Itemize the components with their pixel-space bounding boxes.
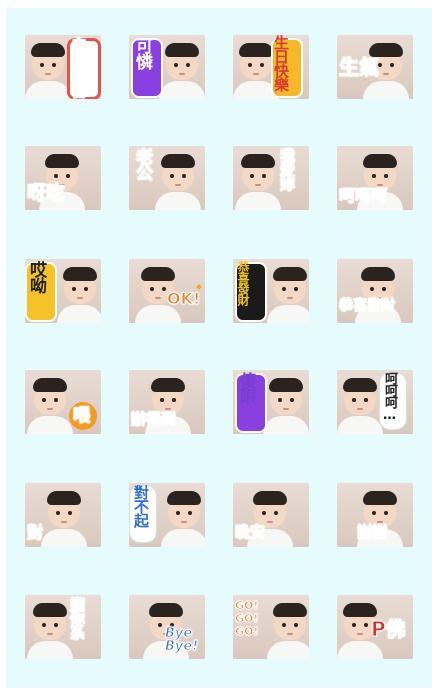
baby-photo xyxy=(25,41,71,99)
sticker-caption: 攏你系 xyxy=(68,597,87,640)
sticker-tile-19[interactable]: 晚安 xyxy=(233,483,309,547)
sticker-caption: 老公 xyxy=(132,148,153,181)
baby-photo xyxy=(263,376,309,434)
sticker-tile-9[interactable]: 哎呦 xyxy=(25,259,101,323)
sticker-tile-20[interactable]: 謝謝 xyxy=(337,483,413,547)
baby-photo xyxy=(235,152,281,210)
sticker-tile-23[interactable]: GO! GO! GO! xyxy=(233,595,309,659)
sticker-tile-8[interactable]: 呵呵呵 xyxy=(337,146,413,210)
sticker-caption: 可憐 xyxy=(132,37,152,69)
baby-photo xyxy=(57,265,101,323)
sticker-tile-6[interactable]: 老公 xyxy=(129,146,205,210)
baby-photo xyxy=(41,489,87,547)
baby-photo xyxy=(233,41,279,99)
sticker-tile-10[interactable]: OK! xyxy=(129,259,205,323)
sticker-panel: 自己厲害 可憐 生日快樂 生氣 呀吃 老公 我愛妳 呵呵呵 哎呦 OK! 恭喜發財 恭喜發財喂辦得到傻… xyxy=(6,8,432,688)
sticker-caption: GO! GO! GO! xyxy=(235,599,259,639)
sticker-caption: Bye Bye! xyxy=(165,626,199,654)
sticker-caption: 哎呦 xyxy=(26,261,46,293)
baby-photo xyxy=(159,41,205,99)
sticker-tile-16[interactable]: 呵呵呵… xyxy=(337,370,413,434)
sticker-caption: 辦得到 xyxy=(130,410,177,428)
baby-photo xyxy=(27,376,73,434)
sticker-caption: 呀吃 xyxy=(26,182,66,204)
sticker-tile-4[interactable]: 生氣 xyxy=(337,35,413,99)
sticker-caption: 傻眼 xyxy=(236,372,256,404)
sticker-caption: 生日快樂 xyxy=(272,35,290,91)
sticker-tile-15[interactable]: 傻眼 xyxy=(233,370,309,434)
sticker-caption: 對 xyxy=(26,523,44,542)
sticker-tile-13[interactable]: 喂 xyxy=(25,370,101,434)
sticker-tile-14[interactable]: 辦得到 xyxy=(129,370,205,434)
sticker-tile-18[interactable]: 對不起 xyxy=(129,483,205,547)
sticker-tile-24[interactable]: P佛 xyxy=(337,595,413,659)
sticker-caption: 喂 xyxy=(73,406,91,426)
baby-photo xyxy=(267,265,309,323)
sticker-caption: 謝謝 xyxy=(356,523,388,541)
sticker-caption: 呵呵呵 xyxy=(338,186,388,205)
sticker-caption: 恭喜發財 xyxy=(236,261,250,305)
sticker-tile-3[interactable]: 生日快樂 xyxy=(233,35,309,99)
sticker-caption: 對不起 xyxy=(132,485,150,527)
sticker-caption: P佛 xyxy=(371,617,407,641)
sticker-tile-17[interactable]: 對 xyxy=(25,483,101,547)
sticker-grid: 自己厲害 可憐 生日快樂 生氣 呀吃 老公 我愛妳 呵呵呵 哎呦 OK! 恭喜發財 恭喜發財喂辦得到傻… xyxy=(6,8,432,688)
baby-photo xyxy=(355,265,401,323)
sticker-tile-7[interactable]: 我愛妳 xyxy=(233,146,309,210)
sticker-caption: 生氣 xyxy=(339,55,380,79)
sticker-caption: OK! xyxy=(166,289,201,308)
sticker-tile-5[interactable]: 呀吃 xyxy=(25,146,101,210)
sticker-caption: 自己厲害 xyxy=(68,37,88,98)
sticker-caption: 晚安 xyxy=(234,523,266,541)
baby-photo xyxy=(267,601,309,659)
baby-photo xyxy=(161,489,205,547)
sticker-caption: 恭喜發財 xyxy=(339,298,396,314)
sticker-tile-2[interactable]: 可憐 xyxy=(129,35,205,99)
sticker-tile-12[interactable]: 恭喜發財 xyxy=(337,259,413,323)
sticker-tile-21[interactable]: 攏你系 xyxy=(25,595,101,659)
sticker-caption: 我愛妳 xyxy=(278,148,297,191)
sticker-tile-22[interactable]: Bye Bye! xyxy=(129,595,205,659)
sticker-caption: 呵呵呵… xyxy=(382,372,397,422)
sticker-tile-1[interactable]: 自己厲害 xyxy=(25,35,101,99)
sticker-tile-11[interactable]: 恭喜發財 xyxy=(233,259,309,323)
baby-photo xyxy=(27,601,73,659)
baby-photo xyxy=(155,152,201,210)
baby-photo xyxy=(337,376,383,434)
